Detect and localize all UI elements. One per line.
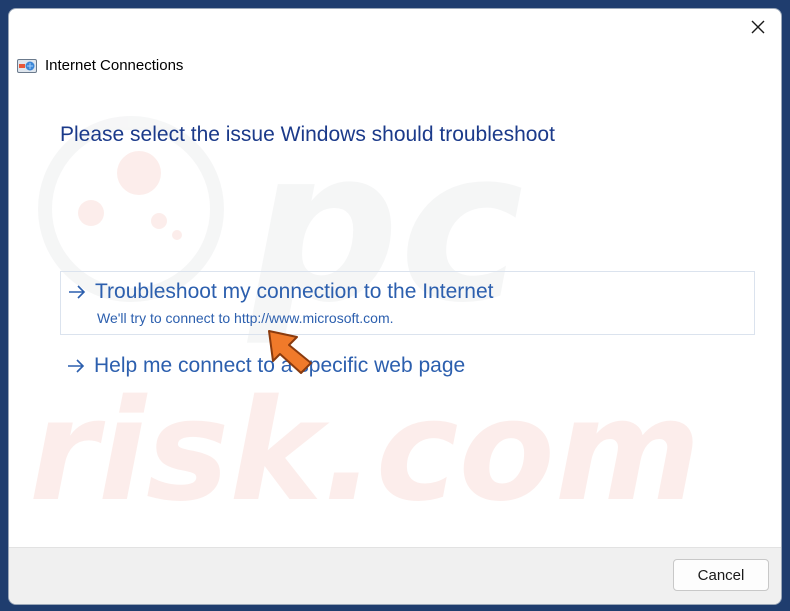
option-label: Help me connect to a specific web page (94, 354, 466, 377)
cancel-button[interactable]: Cancel (673, 559, 769, 591)
title-bar: Internet Connections (17, 57, 183, 74)
dialog-window: pc risk.com Internet Connections Please … (8, 8, 782, 605)
arrow-right-icon (68, 359, 85, 373)
window-title: Internet Connections (45, 57, 184, 74)
option-troubleshoot-internet[interactable]: Troubleshoot my connection to the Intern… (60, 271, 755, 335)
dialog-footer: Cancel (9, 547, 781, 604)
option-connect-web-page[interactable]: Help me connect to a specific web page (60, 346, 755, 386)
page-heading: Please select the issue Windows should t… (60, 123, 555, 146)
arrow-right-icon (69, 285, 86, 299)
close-button[interactable] (735, 9, 781, 45)
svg-text:risk.com: risk.com (29, 370, 701, 533)
network-troubleshooter-icon (17, 58, 37, 73)
option-description: We'll try to connect to http://www.micro… (97, 310, 394, 326)
close-icon (751, 20, 765, 34)
option-label: Troubleshoot my connection to the Intern… (95, 280, 494, 303)
